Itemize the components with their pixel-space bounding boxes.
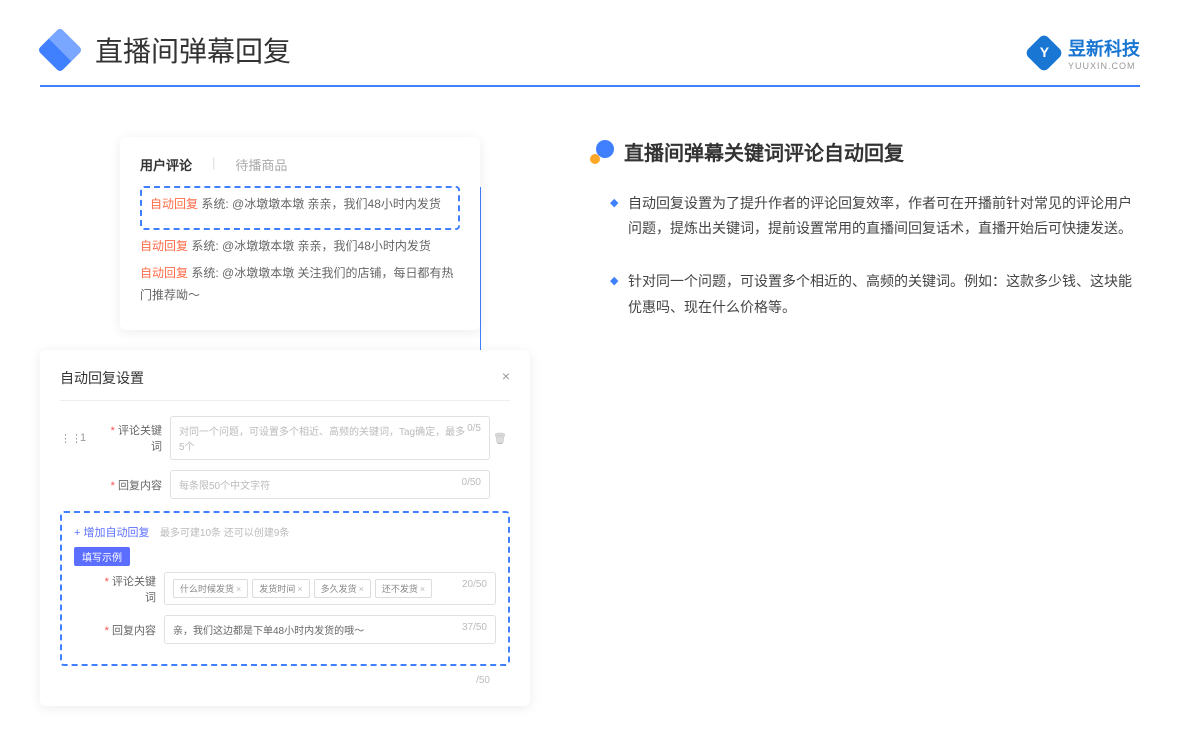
reply-text-1: 系统: @冰墩墩本墩 亲亲，我们48小时内发货 — [198, 197, 441, 211]
feature-item: 针对同一个问题，可设置多个相近的、高频的关键词。例如：这款多少钱、这块能优惠吗、… — [610, 269, 1140, 319]
feature-item: 自动回复设置为了提升作者的评论回复效率，作者可在开播前针对常见的评论用户问题，提… — [610, 191, 1140, 241]
drag-icon[interactable]: ⋮⋮ — [60, 432, 80, 445]
keyword-input[interactable]: 对同一个问题，可设置多个相近、高频的关键词，Tag确定，最多5个 0/5 — [170, 416, 490, 460]
keyword-tag: 发货时间× — [252, 579, 309, 598]
feature-list: 自动回复设置为了提升作者的评论回复效率，作者可在开播前针对常见的评论用户问题，提… — [590, 191, 1140, 320]
reply-text-2: 系统: @冰墩墩本墩 亲亲，我们48小时内发货 — [188, 239, 431, 253]
keyword-tag: 多久发货× — [314, 579, 371, 598]
example-tags: 什么时候发货×发货时间×多久发货×还不发货× 20/50 — [164, 572, 496, 605]
comment-panel: 用户评论 | 待播商品 自动回复 系统: @冰墩墩本墩 亲亲，我们48小时内发货… — [120, 137, 480, 330]
highlighted-reply: 自动回复 系统: @冰墩墩本墩 亲亲，我们48小时内发货 — [140, 186, 460, 230]
brand-logo-icon — [1024, 33, 1064, 73]
auto-reply-tag: 自动回复 — [150, 197, 198, 211]
ex-content-label: 回复内容 — [94, 622, 164, 638]
footer-counter: /50 — [476, 675, 490, 686]
tab-divider: | — [212, 155, 215, 174]
brand-name: 昱新科技 — [1068, 39, 1140, 59]
logo-icon — [40, 30, 80, 70]
content-label: 回复内容 — [100, 477, 170, 493]
auto-reply-tag: 自动回复 — [140, 239, 188, 253]
example-content: 亲，我们这边都是下单48小时内发货的哦～ 37/50 — [164, 615, 496, 644]
tab-comments[interactable]: 用户评论 — [140, 155, 192, 174]
tab-products[interactable]: 待播商品 — [235, 155, 287, 174]
delete-icon[interactable]: 🗑 — [490, 432, 510, 445]
brand-sub: YUUXIN.COM — [1068, 61, 1140, 71]
section-heading: 直播间弹幕关键词评论自动回复 — [624, 137, 904, 166]
modal-title: 自动回复设置 — [60, 368, 144, 388]
keyword-tag: 什么时候发货× — [173, 579, 248, 598]
add-hint: 最多可建10条 还可以创建9条 — [160, 528, 289, 539]
ex-keyword-label: 评论关键词 — [94, 573, 164, 605]
add-reply-link[interactable]: + 增加自动回复 — [74, 527, 149, 539]
page-title: 直播间弹幕回复 — [95, 30, 291, 70]
example-area: + 增加自动回复 最多可建10条 还可以创建9条 填写示例 评论关键词 什么时候… — [60, 511, 510, 666]
brand: 昱新科技 YUUXIN.COM — [1030, 35, 1140, 71]
keyword-label: 评论关键词 — [100, 422, 170, 454]
auto-reply-tag: 自动回复 — [140, 266, 188, 280]
close-icon[interactable]: × — [502, 368, 510, 388]
chat-bubble-icon — [590, 140, 614, 164]
example-badge: 填写示例 — [74, 547, 130, 566]
keyword-tag: 还不发货× — [375, 579, 432, 598]
content-input[interactable]: 每条限50个中文字符 0/50 — [170, 470, 490, 499]
settings-modal: 自动回复设置 × ⋮⋮ 1 评论关键词 对同一个问题，可设置多个相近、高频的关键… — [40, 350, 530, 706]
row-index: 1 — [80, 432, 100, 444]
reply-text-3: 系统: @冰墩墩本墩 关注我们的店铺，每日都有热门推荐呦～ — [140, 266, 454, 302]
